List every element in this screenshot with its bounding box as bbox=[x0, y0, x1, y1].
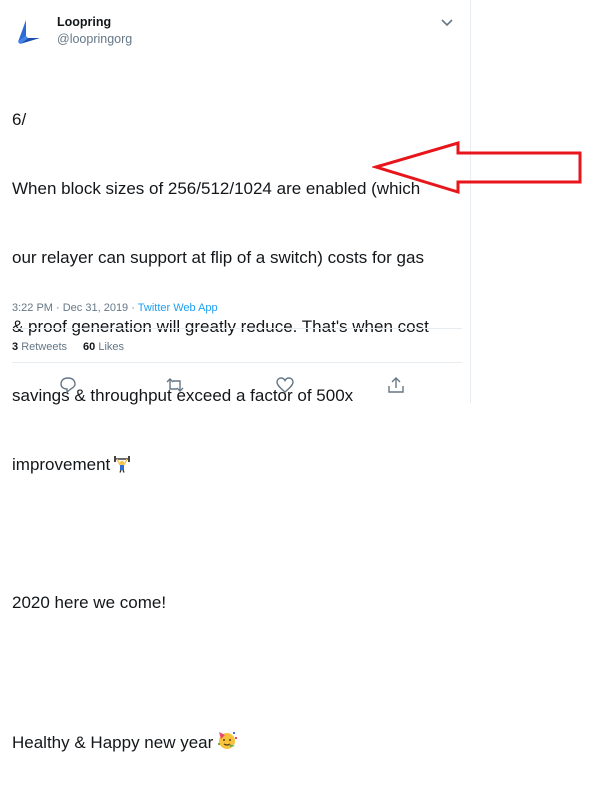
tweet-line: 6/ bbox=[12, 110, 27, 129]
tweet-card: Loopring @loopringorg 6/ When block size… bbox=[0, 0, 471, 752]
tweet-line-with-emoji: Healthy & Happy new year bbox=[12, 729, 464, 752]
retweet-button[interactable] bbox=[164, 375, 186, 395]
retweets-stat[interactable]: 3 Retweets bbox=[12, 341, 67, 353]
divider bbox=[12, 328, 462, 329]
loopring-logo-icon bbox=[18, 20, 40, 44]
meta-separator: · bbox=[128, 302, 138, 314]
tweet-actions bbox=[12, 375, 462, 395]
tweet-line: Healthy & Happy new year bbox=[12, 733, 214, 752]
likes-count: 60 bbox=[83, 341, 96, 353]
tweet-stats: 3 Retweets 60 Likes bbox=[12, 341, 140, 353]
likes-label: Likes bbox=[98, 341, 125, 353]
reply-icon bbox=[60, 377, 76, 394]
avatar[interactable] bbox=[10, 14, 46, 50]
retweet-icon bbox=[166, 378, 184, 392]
author-name[interactable]: Loopring bbox=[57, 15, 111, 29]
author-handle[interactable]: @loopringorg bbox=[57, 32, 132, 46]
divider bbox=[12, 362, 462, 363]
red-arrow-icon bbox=[372, 140, 582, 195]
tweet-line-with-emoji: improvement bbox=[12, 453, 464, 476]
weightlifter-emoji-icon bbox=[113, 455, 131, 479]
tweet-timestamp[interactable]: 3:22 PM · Dec 31, 2019 bbox=[12, 302, 128, 314]
like-button[interactable] bbox=[274, 375, 296, 395]
likes-stat[interactable]: 60 Likes bbox=[83, 341, 124, 353]
tweet-meta: 3:22 PM · Dec 31, 2019 · Twitter Web App bbox=[12, 302, 218, 314]
partying-face-emoji-icon bbox=[216, 729, 238, 757]
retweets-label: Retweets bbox=[21, 341, 68, 353]
retweets-count: 3 bbox=[12, 341, 19, 353]
tweet-line bbox=[12, 522, 464, 545]
tweet-line: 2020 here we come! bbox=[12, 593, 167, 612]
tweet-header: Loopring @loopringorg bbox=[10, 10, 460, 50]
tweet-line: & proof generation will greatly reduce. … bbox=[12, 317, 429, 336]
tweet-line: improvement bbox=[12, 455, 111, 474]
tweet-line: our relayer can support at flip of a swi… bbox=[12, 248, 424, 267]
reply-button[interactable] bbox=[57, 375, 79, 395]
tweet-source[interactable]: Twitter Web App bbox=[138, 302, 218, 314]
chevron-down-icon bbox=[441, 19, 453, 27]
share-button[interactable] bbox=[385, 375, 407, 395]
tweet-line bbox=[12, 660, 464, 683]
heart-icon bbox=[276, 377, 294, 393]
share-icon bbox=[388, 377, 404, 393]
tweet-menu-button[interactable] bbox=[438, 16, 456, 30]
